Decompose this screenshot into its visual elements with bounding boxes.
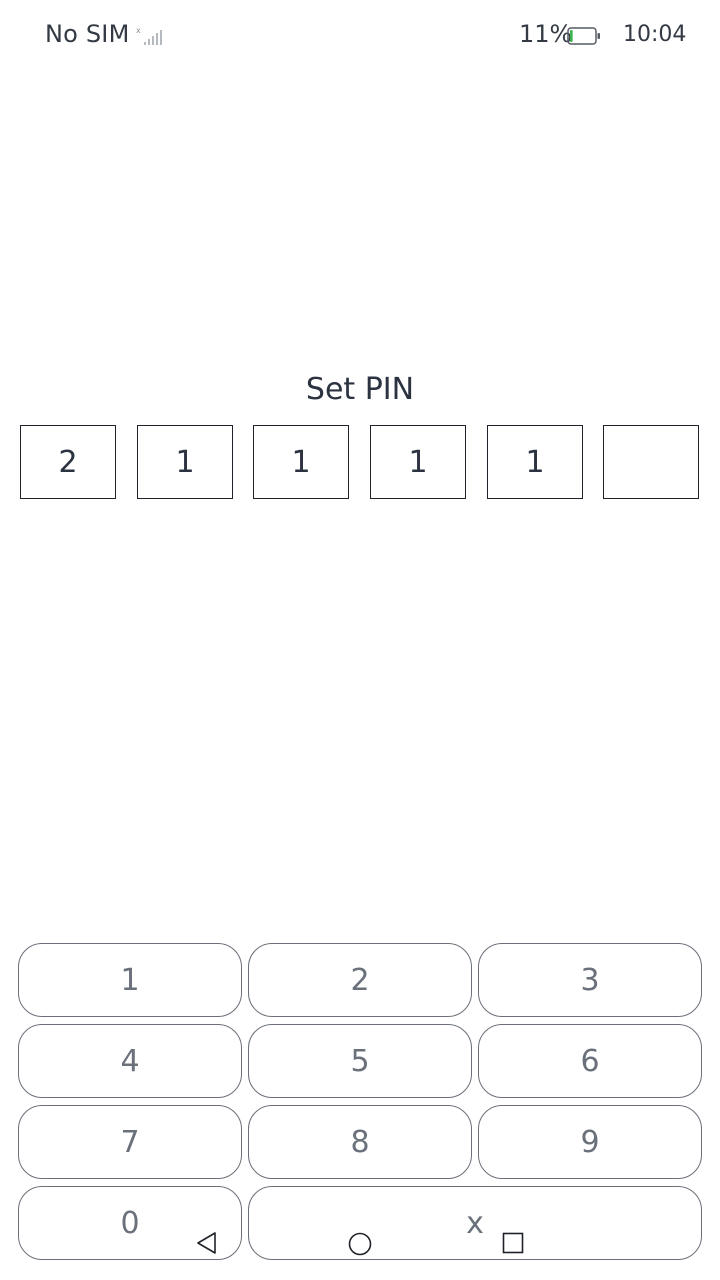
key-7[interactable]: 7 (18, 1105, 242, 1179)
no-signal-icon: x (136, 26, 162, 45)
pin-digit-box-1[interactable]: 2 (20, 425, 116, 499)
pin-digit-box-5[interactable]: 1 (487, 425, 583, 499)
back-triangle-icon[interactable] (196, 1231, 218, 1255)
status-bar: No SIM x 11% 10:04 (0, 0, 720, 70)
key-6[interactable]: 6 (478, 1024, 702, 1098)
key-1[interactable]: 1 (18, 943, 242, 1017)
carrier-label: No SIM (45, 20, 130, 48)
key-8[interactable]: 8 (248, 1105, 472, 1179)
pin-input-row: 2 1 1 1 1 (20, 425, 700, 499)
svg-text:x: x (136, 26, 141, 35)
pin-digit-box-2[interactable]: 1 (137, 425, 233, 499)
key-2[interactable]: 2 (248, 943, 472, 1017)
battery-percent: 11% (519, 20, 573, 48)
key-5[interactable]: 5 (248, 1024, 472, 1098)
page-title: Set PIN (305, 372, 415, 407)
pin-digit-box-6[interactable] (603, 425, 699, 499)
key-4[interactable]: 4 (18, 1024, 242, 1098)
delete-key[interactable]: x (248, 1186, 702, 1260)
recent-square-icon[interactable] (502, 1232, 524, 1254)
pin-digit-box-3[interactable]: 1 (253, 425, 349, 499)
home-circle-icon[interactable] (348, 1232, 372, 1256)
key-9[interactable]: 9 (478, 1105, 702, 1179)
set-pin-screen: No SIM x 11% 10:04 Set PIN 2 1 1 1 1 1 2… (0, 0, 720, 1280)
clock: 10:04 (623, 22, 687, 47)
key-3[interactable]: 3 (478, 943, 702, 1017)
battery-icon (567, 27, 600, 45)
pin-digit-box-4[interactable]: 1 (370, 425, 466, 499)
